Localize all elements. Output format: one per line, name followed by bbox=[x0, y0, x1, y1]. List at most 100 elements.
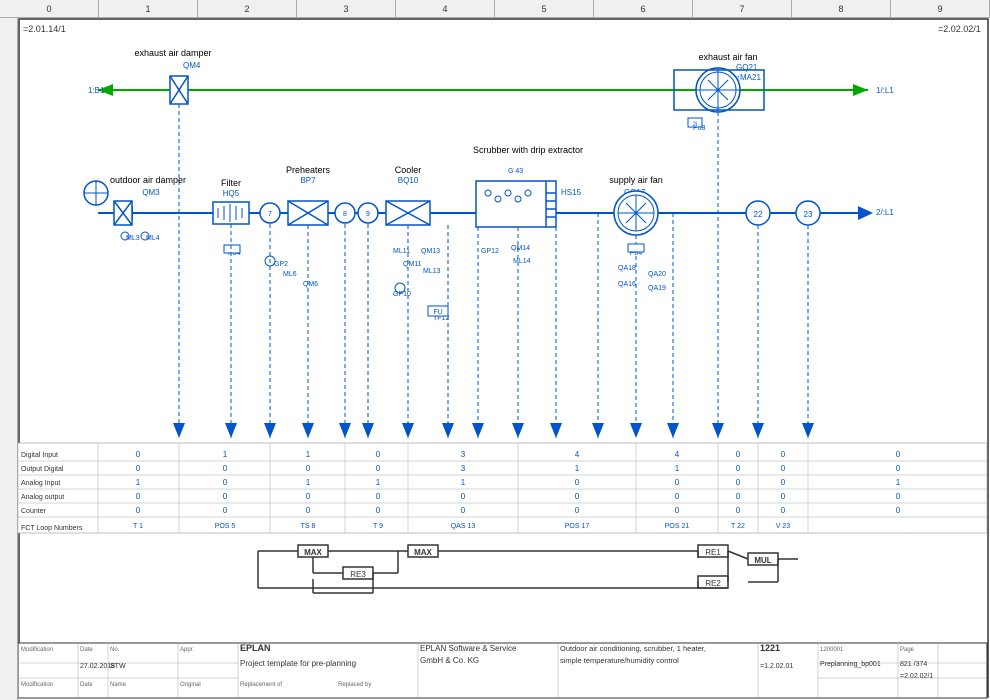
qm11-label: QM11 bbox=[403, 261, 422, 268]
svg-text:Counter: Counter bbox=[21, 508, 47, 515]
bus-ref-1l1: 1/:L1 bbox=[876, 86, 894, 95]
svg-text:MAX: MAX bbox=[414, 548, 432, 557]
svg-text:0: 0 bbox=[736, 478, 741, 487]
svg-text:0: 0 bbox=[736, 450, 741, 459]
ruler-cell-6: 6 bbox=[594, 0, 693, 17]
exhaust-air-fan-label: exhaust air fan bbox=[698, 52, 757, 62]
svg-text:0: 0 bbox=[896, 450, 901, 459]
svg-text:Modification: Modification bbox=[21, 647, 53, 653]
ruler-cell-4: 4 bbox=[396, 0, 495, 17]
page-ref-tr: =2.02.02/1 bbox=[938, 24, 981, 34]
svg-text:Digital Input: Digital Input bbox=[21, 452, 58, 459]
bus-ref-2l1: 2/:L1 bbox=[876, 208, 894, 217]
g43-label: G 43 bbox=[508, 168, 523, 175]
svg-text:Modification: Modification bbox=[21, 682, 53, 688]
svg-text:0: 0 bbox=[306, 506, 311, 515]
svg-text:Original: Original bbox=[180, 682, 201, 688]
svg-text:No.: No. bbox=[110, 647, 120, 653]
svg-text:1: 1 bbox=[306, 450, 311, 459]
svg-text:1: 1 bbox=[136, 478, 141, 487]
filter-label: Filter bbox=[221, 178, 241, 188]
svg-text:MAX: MAX bbox=[304, 548, 322, 557]
svg-text:0: 0 bbox=[896, 464, 901, 473]
svg-text:0: 0 bbox=[675, 506, 680, 515]
ml6-label: ML6 bbox=[283, 271, 297, 278]
diagram-area: =2.01.14/1 =2.02.02/1 exhaust air damper… bbox=[18, 18, 990, 700]
svg-text:Analog Input: Analog Input bbox=[21, 480, 60, 487]
svg-text:3: 3 bbox=[461, 450, 466, 459]
svg-text:0: 0 bbox=[736, 506, 741, 515]
svg-text:GmbH & Co. KG: GmbH & Co. KG bbox=[420, 656, 479, 665]
svg-text:POS 5: POS 5 bbox=[215, 523, 236, 530]
svg-text:23: 23 bbox=[804, 210, 813, 219]
svg-text:1: 1 bbox=[675, 464, 680, 473]
svg-text:0: 0 bbox=[781, 506, 786, 515]
svg-text:0: 0 bbox=[896, 506, 901, 515]
svg-text:POS 17: POS 17 bbox=[565, 523, 590, 530]
svg-text:=2.02.02/1: =2.02.02/1 bbox=[900, 673, 933, 680]
svg-text:1: 1 bbox=[896, 478, 901, 487]
svg-text:Preplanning_bp001: Preplanning_bp001 bbox=[820, 661, 881, 668]
svg-text:FCT Loop Numbers: FCT Loop Numbers bbox=[21, 525, 83, 532]
svg-text:=1.2.02.01: =1.2.02.01 bbox=[760, 663, 793, 670]
re2-label: RE2 bbox=[705, 579, 721, 588]
svg-text:Appr.: Appr. bbox=[180, 647, 194, 653]
qa19-label: QA19 bbox=[648, 285, 666, 292]
svg-text:0: 0 bbox=[376, 464, 381, 473]
svg-text:POS 21: POS 21 bbox=[665, 523, 690, 530]
outdoor-air-damper-label: outdoor air damper bbox=[110, 175, 186, 185]
svg-text:Analog output: Analog output bbox=[21, 494, 64, 501]
svg-text:8: 8 bbox=[343, 211, 347, 218]
svg-text:0: 0 bbox=[376, 506, 381, 515]
svg-text:4: 4 bbox=[675, 450, 680, 459]
qa20-label: QA20 bbox=[648, 271, 666, 278]
svg-text:simple temperature/humidity co: simple temperature/humidity control bbox=[560, 656, 679, 665]
svg-text:TS 8: TS 8 bbox=[301, 523, 316, 530]
scrubber-label: Scrubber with drip extractor bbox=[473, 145, 583, 155]
svg-text:0: 0 bbox=[376, 492, 381, 501]
svg-text:9: 9 bbox=[366, 211, 370, 218]
schematic-svg: =2.01.14/1 =2.02.02/1 exhaust air damper… bbox=[18, 18, 990, 700]
left-ruler bbox=[0, 18, 18, 700]
svg-text:821 /374: 821 /374 bbox=[900, 661, 927, 668]
svg-text:7: 7 bbox=[268, 211, 272, 218]
svg-text:EPLAN: EPLAN bbox=[240, 643, 271, 653]
svg-text:1: 1 bbox=[376, 478, 381, 487]
ruler-cell-9: 9 bbox=[891, 0, 990, 17]
svg-text:Output Digital: Output Digital bbox=[21, 466, 64, 473]
svg-text:T 1: T 1 bbox=[133, 523, 143, 530]
svg-text:0: 0 bbox=[896, 492, 901, 501]
supply-air-fan-label: supply air fan bbox=[609, 175, 663, 185]
ruler-cell-1: 1 bbox=[99, 0, 198, 17]
qm14-label: QM14 bbox=[511, 245, 530, 252]
svg-text:0: 0 bbox=[223, 478, 228, 487]
svg-text:Page: Page bbox=[900, 647, 915, 653]
svg-text:22: 22 bbox=[754, 210, 763, 219]
ruler-cell-3: 3 bbox=[297, 0, 396, 17]
ruler-cell-0: 0 bbox=[0, 0, 99, 17]
svg-text:0: 0 bbox=[306, 464, 311, 473]
svg-text:0: 0 bbox=[461, 492, 466, 501]
svg-text:1: 1 bbox=[306, 478, 311, 487]
ml14-label: ML14 bbox=[513, 258, 531, 265]
bus-ref-1b1: 1:B1 bbox=[88, 86, 105, 95]
preheaters-label: Preheaters bbox=[286, 165, 331, 175]
qm3-label: QM3 bbox=[142, 188, 160, 197]
svg-text:1: 1 bbox=[223, 450, 228, 459]
svg-text:0: 0 bbox=[136, 492, 141, 501]
gp12-label: GP12 bbox=[481, 248, 499, 255]
svg-text:Project template for pre-plann: Project template for pre-planning bbox=[240, 659, 356, 668]
svg-text:1200001: 1200001 bbox=[820, 647, 844, 653]
gp2-label: GP2 bbox=[274, 261, 288, 268]
ruler-cell-7: 7 bbox=[693, 0, 792, 17]
svg-text:0: 0 bbox=[675, 478, 680, 487]
svg-text:0: 0 bbox=[223, 492, 228, 501]
bq10-label: BQ10 bbox=[398, 176, 419, 185]
svg-text:0: 0 bbox=[781, 450, 786, 459]
qm6-label: QM6 bbox=[303, 281, 318, 288]
cooler-label: Cooler bbox=[395, 165, 422, 175]
svg-text:Replacement of: Replacement of bbox=[240, 682, 282, 688]
svg-text:0: 0 bbox=[223, 506, 228, 515]
ruler-cell-2: 2 bbox=[198, 0, 297, 17]
ma21-label: ↑MA21 bbox=[736, 73, 761, 82]
